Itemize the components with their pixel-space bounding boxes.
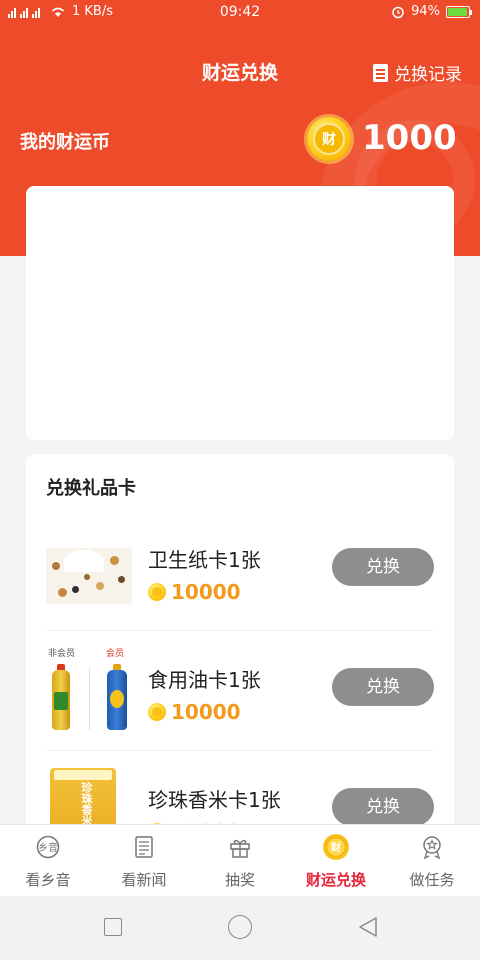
gift-icon xyxy=(230,839,250,858)
xiangyin-icon: 乡音 xyxy=(36,835,60,859)
svg-text:财: 财 xyxy=(330,841,341,854)
tab-news[interactable]: 看新闻 xyxy=(96,825,192,897)
price-value: 10000 xyxy=(171,580,241,604)
battery-level xyxy=(448,7,467,16)
news-icon xyxy=(135,836,153,858)
exchange-button[interactable]: 兑换 xyxy=(332,548,434,586)
section-title: 兑换礼品卡 xyxy=(46,478,136,499)
tab-label: 财运兑换 xyxy=(305,871,366,889)
tab-xiangyin[interactable]: 乡音 看乡音 xyxy=(0,825,96,897)
list-item-oil: 非会员 会员 食用油卡1张 10000 兑换 xyxy=(46,630,434,750)
coin-icon-char: 财 xyxy=(313,123,345,155)
exchange-button[interactable]: 兑换 xyxy=(332,668,434,706)
item-price: 10000 xyxy=(148,700,241,724)
svg-text:乡音: 乡音 xyxy=(38,841,58,854)
coin-icon xyxy=(148,583,166,601)
tab-fortune-exchange[interactable]: 财 财运兑换 xyxy=(288,825,384,897)
alarm-icon xyxy=(392,6,404,18)
coins-balance: 1000 xyxy=(362,118,457,158)
member-label: 会员 xyxy=(106,649,125,659)
battery-percent: 94% xyxy=(411,4,440,19)
coin-icon: 财 xyxy=(323,834,349,860)
battery-icon xyxy=(446,5,472,18)
tab-label: 做任务 xyxy=(409,871,455,889)
item-name: 食用油卡1张 xyxy=(148,668,261,692)
exchange-records-label: 兑换记录 xyxy=(394,65,462,85)
non-member-label: 非会员 xyxy=(48,649,76,659)
gift-card-section: 兑换礼品卡 卫生纸卡1张 10000 兑换 非会员 会员 食用油卡1张 1000… xyxy=(26,454,454,874)
tab-tasks[interactable]: 做任务 xyxy=(384,825,480,897)
tab-label: 看新闻 xyxy=(121,871,167,889)
list-item-tissue: 卫生纸卡1张 10000 兑换 xyxy=(46,510,434,630)
status-bar: 1 KB/s 09:42 94% xyxy=(0,0,480,24)
banner-card xyxy=(26,186,454,440)
home-icon[interactable] xyxy=(228,915,252,939)
rice-bag-text: 珍珠香米 xyxy=(80,782,93,826)
exchange-records-button[interactable]: 兑换记录 xyxy=(373,60,462,85)
back-icon[interactable] xyxy=(356,915,380,939)
recent-apps-icon[interactable] xyxy=(104,918,122,936)
item-name: 珍珠香米卡1张 xyxy=(148,788,281,812)
tab-label: 看乡音 xyxy=(25,871,71,889)
item-name: 卫生纸卡1张 xyxy=(148,548,261,572)
coin-icon: 财 xyxy=(307,117,351,161)
exchange-button[interactable]: 兑换 xyxy=(332,788,434,826)
tab-label: 抽奖 xyxy=(224,871,255,889)
item-price: 10000 xyxy=(148,580,241,604)
price-value: 10000 xyxy=(171,700,241,724)
coin-icon xyxy=(148,703,166,721)
oil-image: 非会员 会员 xyxy=(46,646,132,738)
tab-bar: 乡音 看乡音 看新闻 抽奖 财 财运兑换 做任务 xyxy=(0,824,480,896)
clipboard-icon xyxy=(373,63,388,82)
tissue-image xyxy=(46,530,132,610)
medal-icon xyxy=(423,836,441,859)
tab-lottery[interactable]: 抽奖 xyxy=(192,825,288,897)
coins-label: 我的财运币 xyxy=(20,132,110,153)
